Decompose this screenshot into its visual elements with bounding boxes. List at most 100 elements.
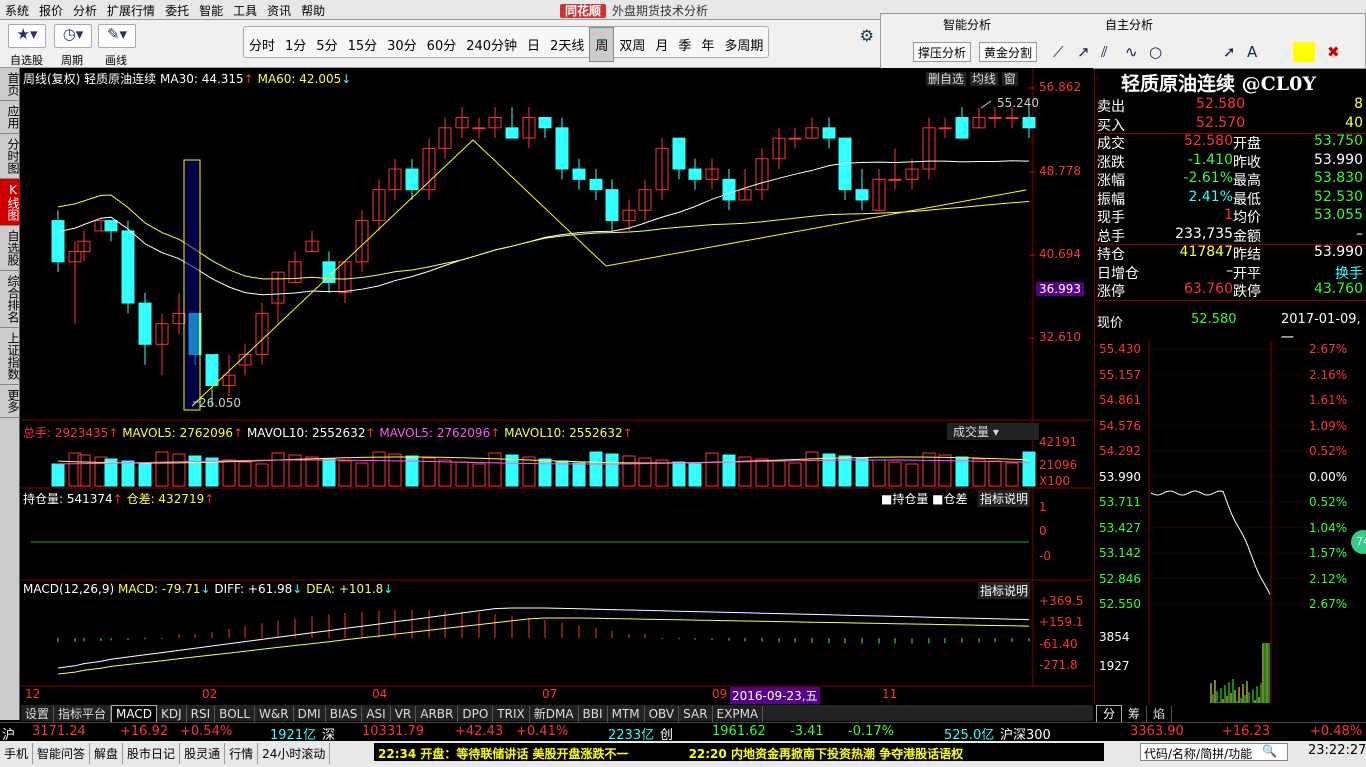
x-tick: 07: [542, 687, 558, 701]
period-day[interactable]: 日: [522, 28, 545, 61]
tab-设置[interactable]: 设置: [21, 706, 55, 722]
period-icon[interactable]: ◷▾: [54, 24, 92, 48]
tab-bias[interactable]: BIAS: [326, 706, 363, 722]
menu-system[interactable]: 系统: [0, 0, 34, 21]
ray-tool-icon[interactable]: ↗: [1077, 43, 1090, 61]
status-link[interactable]: 手机: [0, 743, 34, 764]
period-multi[interactable]: 多周期: [719, 28, 768, 61]
golden-ratio-button[interactable]: 黄金分割: [979, 42, 1038, 62]
kline-chart[interactable]: 周线(复权) 轻质原油连续 MA30: 44.315↑ MA60: 42.005…: [21, 68, 1093, 705]
menu-ext[interactable]: 扩展行情: [102, 0, 160, 21]
period-2day[interactable]: 2天线: [545, 28, 589, 61]
candle-body: [1005, 117, 1019, 120]
side-tab[interactable]: 筹: [1122, 706, 1148, 722]
menu-help[interactable]: 帮助: [296, 0, 330, 21]
tab-obv[interactable]: OBV: [645, 706, 680, 722]
quote-row: 涨停 63.760 跌停 43.760: [1097, 281, 1365, 300]
delete-icon[interactable]: ✖: [1327, 43, 1340, 61]
status-link[interactable]: 智能问答: [33, 743, 91, 764]
period-2week[interactable]: 双周: [614, 28, 650, 61]
volume-bar: [338, 460, 352, 487]
period-60m[interactable]: 60分: [422, 28, 462, 61]
window-button[interactable]: 窗: [1001, 72, 1018, 86]
period-quarter[interactable]: 季: [673, 28, 696, 61]
tab-boll[interactable]: BOLL: [215, 706, 256, 722]
candle-body: [855, 189, 869, 201]
tab-dmi[interactable]: DMI: [294, 706, 326, 722]
tab-新dma[interactable]: 新DMA: [530, 706, 579, 722]
quote-key: 涨跌: [1097, 154, 1125, 171]
text-tool-icon[interactable]: A: [1247, 43, 1257, 61]
tab-smart-analysis[interactable]: 智能分析: [943, 16, 991, 33]
period-1m[interactable]: 1分: [280, 28, 311, 61]
period-15m[interactable]: 15分: [343, 28, 383, 61]
tab-self-analysis[interactable]: 自主分析: [1105, 16, 1153, 33]
quote-row: 日增仓 – 开平 换手: [1097, 263, 1365, 282]
color-swatch[interactable]: [1293, 42, 1315, 62]
tab-apps[interactable]: 应用: [0, 101, 20, 134]
quote-value: 52.570: [1196, 114, 1245, 131]
tab-trix[interactable]: TRIX: [493, 706, 530, 722]
tab-timeline[interactable]: 分时图: [0, 134, 20, 179]
period-year[interactable]: 年: [696, 28, 719, 61]
tab-bbi[interactable]: BBI: [579, 706, 608, 722]
status-link[interactable]: 24小时滚动: [258, 743, 331, 764]
indicator-help-button[interactable]: 指标说明: [978, 490, 1031, 507]
quote-value: -2.61%: [1183, 170, 1233, 186]
wave-tool-icon[interactable]: ∿: [1125, 43, 1138, 61]
tab-sar[interactable]: SAR: [679, 706, 713, 722]
tab-指标平台[interactable]: 指标平台: [54, 706, 112, 722]
tab-expma[interactable]: EXPMA: [713, 706, 764, 722]
pen-icon[interactable]: ✎▾: [98, 24, 136, 48]
tab-sh-index[interactable]: 上证指数: [0, 328, 20, 385]
tab-vr[interactable]: VR: [391, 706, 417, 722]
tab-ranking[interactable]: 综合排名: [0, 271, 20, 328]
period-month[interactable]: 月: [650, 28, 673, 61]
tab-w&r[interactable]: W&R: [255, 706, 294, 722]
tab-kline[interactable]: K线图: [0, 179, 20, 226]
circle-tool-icon[interactable]: ○: [1149, 43, 1162, 61]
volume-bar: [672, 461, 686, 487]
menu-quote[interactable]: 报价: [34, 0, 68, 21]
period-240m[interactable]: 240分钟: [461, 28, 522, 61]
menu-tools[interactable]: 工具: [228, 0, 262, 21]
macd-tick: -61.40: [1039, 637, 1078, 651]
candle-body: [138, 302, 152, 345]
menu-trade[interactable]: 委托: [160, 0, 194, 21]
tab-rsi[interactable]: RSI: [187, 706, 216, 722]
tab-watchlist[interactable]: 自选股: [0, 226, 20, 271]
side-tab[interactable]: 焰: [1147, 706, 1173, 722]
period-tick[interactable]: 分时: [244, 28, 280, 61]
parallel-tool-icon[interactable]: ⫽: [1101, 43, 1108, 61]
indicator-select[interactable]: 成交量 ▾: [947, 423, 1039, 440]
tab-more[interactable]: 更多: [0, 385, 20, 418]
support-resistance-button[interactable]: 撑压分析: [913, 42, 972, 62]
tab-home[interactable]: 首页: [0, 68, 20, 101]
status-link[interactable]: 行情: [225, 743, 259, 764]
ma-button[interactable]: 均线: [969, 72, 998, 86]
menu-analysis[interactable]: 分析: [68, 0, 102, 21]
period-30m[interactable]: 30分: [382, 28, 422, 61]
status-link[interactable]: 解盘: [90, 743, 124, 764]
star-icon[interactable]: ★▾: [8, 24, 46, 48]
period-week[interactable]: 周: [589, 27, 615, 62]
tab-macd[interactable]: MACD: [111, 705, 158, 723]
line-tool-icon[interactable]: ⟋: [1053, 43, 1064, 61]
macd-help-button[interactable]: 指标说明: [978, 582, 1031, 599]
remove-watch-button[interactable]: 删自选: [926, 72, 967, 86]
tab-dpo[interactable]: DPO: [458, 706, 494, 722]
period-5m[interactable]: 5分: [311, 28, 342, 61]
search-icon[interactable]: 🔍: [1262, 744, 1277, 758]
side-tab[interactable]: 分: [1096, 705, 1123, 723]
tab-mtm[interactable]: MTM: [608, 706, 645, 722]
tab-arbr[interactable]: ARBR: [416, 706, 459, 722]
gear-icon[interactable]: ⚙: [860, 26, 874, 45]
menu-news[interactable]: 资讯: [262, 0, 296, 21]
status-link[interactable]: 股市日记: [123, 743, 181, 764]
tab-kdj[interactable]: KDJ: [157, 706, 187, 722]
status-link[interactable]: 股灵通: [180, 743, 226, 764]
cursor-icon[interactable]: ➚: [1223, 43, 1236, 61]
news-ticker[interactable]: 22:34 开盘：等待联储讲话 美股开盘涨跌不一 22:20 内地资金再掀南下投资…: [374, 743, 1104, 761]
tab-asi[interactable]: ASI: [362, 706, 391, 722]
menu-smart[interactable]: 智能: [194, 0, 228, 21]
